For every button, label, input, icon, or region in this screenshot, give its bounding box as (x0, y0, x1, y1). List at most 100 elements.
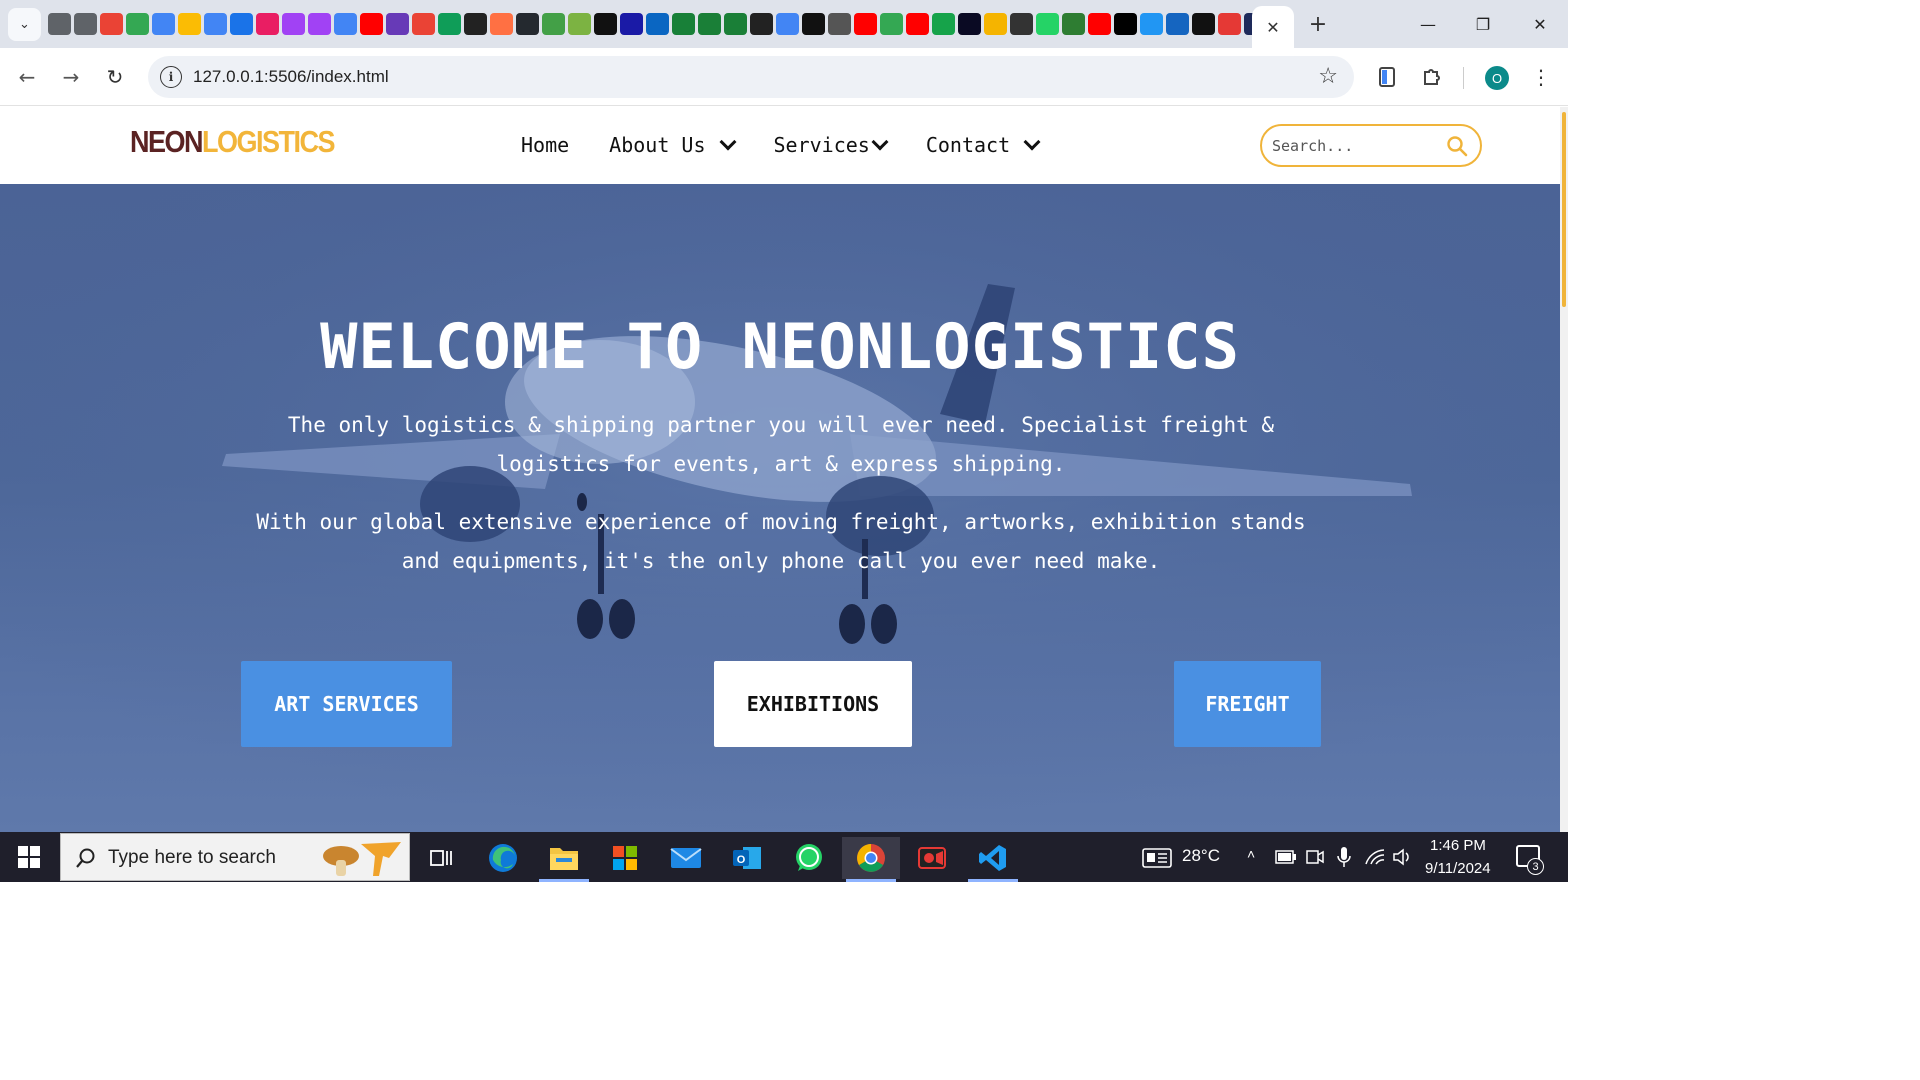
gmail-icon[interactable] (412, 13, 435, 35)
docs-icon[interactable] (204, 13, 227, 35)
microsoft-store-app[interactable] (596, 837, 654, 879)
app-icon[interactable] (542, 13, 565, 35)
mail-app[interactable] (657, 837, 715, 879)
docs-icon[interactable] (152, 13, 175, 35)
restore-button[interactable]: ❐ (1459, 8, 1507, 40)
codepen-icon[interactable] (750, 13, 773, 35)
battery-icon[interactable] (1275, 850, 1297, 864)
nav-item-services[interactable]: Services (774, 133, 889, 157)
art-services-button[interactable]: ART SERVICES (241, 661, 452, 747)
search-input[interactable] (1272, 135, 1442, 157)
outlook-app[interactable]: O (718, 837, 776, 879)
file-explorer-app[interactable] (535, 837, 593, 882)
b-icon[interactable] (464, 13, 487, 35)
task-view-button[interactable] (412, 837, 470, 879)
code-icon[interactable] (282, 13, 305, 35)
app-icon[interactable] (1062, 13, 1085, 35)
f-icon[interactable] (1166, 13, 1189, 35)
forward-button[interactable]: → (56, 62, 86, 92)
youtube-icon[interactable] (1088, 13, 1111, 35)
gmail-icon[interactable] (100, 13, 123, 35)
sparkle-icon[interactable] (490, 13, 513, 35)
globe-icon[interactable] (48, 13, 71, 35)
nav-item-contact[interactable]: Contact (926, 133, 1041, 157)
plus-icon[interactable] (932, 13, 955, 35)
exhibitions-button[interactable]: EXHIBITIONS (714, 661, 912, 747)
reading-mode-button[interactable] (1372, 62, 1402, 92)
youtube-icon[interactable] (906, 13, 929, 35)
drive-icon[interactable] (126, 13, 149, 35)
start-button[interactable] (0, 832, 58, 882)
cube-icon[interactable] (256, 13, 279, 35)
globe-icon[interactable] (74, 13, 97, 35)
info-icon[interactable]: i (160, 66, 182, 88)
meet-now-icon[interactable] (1306, 848, 1324, 866)
weather-temperature[interactable]: 28°C (1182, 846, 1220, 866)
browser-menu-button[interactable]: ⋮ (1526, 62, 1556, 92)
linkedin-icon[interactable] (646, 13, 669, 35)
profile-avatar[interactable]: O (1485, 66, 1509, 90)
app-icon[interactable] (1192, 13, 1215, 35)
site-logo[interactable]: NEONLOGISTICS (130, 125, 336, 160)
freight-button[interactable]: FREIGHT (1174, 661, 1321, 747)
drive-icon[interactable] (178, 13, 201, 35)
clock-time[interactable]: 1:46 PM (1430, 837, 1486, 854)
close-window-button[interactable]: ✕ (1516, 8, 1564, 40)
edge-app[interactable] (474, 837, 532, 879)
drive-icon[interactable] (880, 13, 903, 35)
active-tab-close-button[interactable]: ✕ (1252, 6, 1294, 48)
w-icon[interactable] (724, 13, 747, 35)
search-icon[interactable] (1446, 135, 1468, 157)
chevron-up-icon[interactable]: ˄ (1247, 846, 1255, 862)
hat-icon[interactable] (984, 13, 1007, 35)
x-icon[interactable] (1114, 13, 1137, 35)
address-bar[interactable]: i 127.0.0.1:5506/index.html ☆ (148, 56, 1354, 98)
scrollbar-thumb[interactable] (1562, 112, 1566, 307)
new-tab-button[interactable]: + (1304, 10, 1332, 38)
app-icon[interactable] (776, 13, 799, 35)
screen-recorder-app[interactable] (903, 837, 961, 879)
mushroom-icon (323, 842, 401, 876)
dot-icon[interactable] (620, 13, 643, 35)
fcc-icon[interactable] (958, 13, 981, 35)
github-icon[interactable] (516, 13, 539, 35)
reload-button[interactable]: ↻ (100, 62, 130, 92)
reload-icon: ↻ (106, 65, 124, 89)
search-icon[interactable] (1218, 13, 1241, 35)
microphone-icon[interactable] (1337, 846, 1351, 868)
extensions-button[interactable] (1417, 62, 1447, 92)
taskbar-search-box[interactable]: Type here to search (60, 833, 410, 881)
news-widget-icon[interactable] (1142, 848, 1172, 868)
hero-title: WELCOME TO NEONLOGISTICS (320, 310, 1240, 383)
notification-count-badge: 3 (1527, 858, 1544, 875)
wifi-icon[interactable] (1364, 848, 1386, 866)
whatsapp-app[interactable] (780, 837, 838, 879)
star-icon[interactable]: ☆ (1318, 64, 1338, 89)
app-icon[interactable] (1140, 13, 1163, 35)
back-button[interactable]: ← (12, 62, 42, 92)
openai-icon[interactable] (828, 13, 851, 35)
vscode-app[interactable] (964, 837, 1022, 882)
nav-item-home[interactable]: Home (521, 133, 569, 157)
openai-icon[interactable] (802, 13, 825, 35)
flag-icon[interactable] (230, 13, 253, 35)
pin-icon[interactable] (568, 13, 591, 35)
forms-icon[interactable] (386, 13, 409, 35)
chrome-app[interactable] (842, 837, 900, 882)
youtube-icon[interactable] (360, 13, 383, 35)
tab-search-button[interactable]: ⌄ (8, 8, 41, 41)
triangle-icon[interactable] (594, 13, 617, 35)
code-icon[interactable] (308, 13, 331, 35)
whatsapp-icon[interactable] (1036, 13, 1059, 35)
docs-icon[interactable] (334, 13, 357, 35)
w-icon[interactable] (698, 13, 721, 35)
drive-icon[interactable] (438, 13, 461, 35)
clock-date[interactable]: 9/11/2024 (1425, 860, 1491, 877)
user-icon[interactable] (1010, 13, 1033, 35)
minimize-button[interactable]: — (1404, 8, 1452, 40)
volume-icon[interactable] (1393, 848, 1413, 866)
url-text[interactable]: 127.0.0.1:5506/index.html (193, 67, 389, 87)
nav-item-about[interactable]: About Us (609, 133, 736, 157)
sheets-icon[interactable] (672, 13, 695, 35)
youtube-icon[interactable] (854, 13, 877, 35)
